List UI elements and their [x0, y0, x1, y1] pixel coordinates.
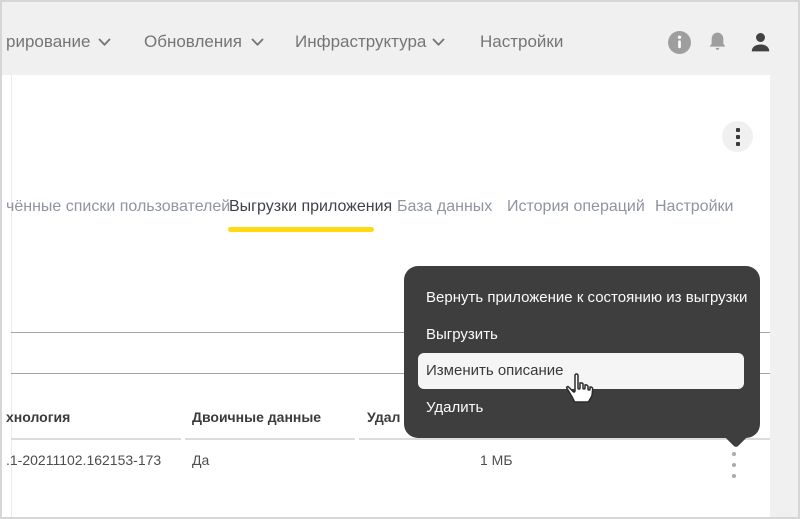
menu-item-restore-application[interactable]: Вернуть приложение к состоянию из выгруз… [404, 279, 760, 316]
column-header-deleted: Удал [367, 409, 401, 425]
bell-icon[interactable] [705, 30, 730, 55]
top-navbar: рирование Обновления Инфраструктура Наст… [2, 2, 798, 75]
kebab-dot [732, 463, 736, 467]
chevron-down-icon [98, 38, 111, 46]
kebab-dot [735, 141, 740, 146]
app-window: рирование Обновления Инфраструктура Наст… [0, 0, 800, 519]
info-icon[interactable] [667, 30, 692, 55]
nav-item-updates[interactable]: Обновления [144, 32, 242, 52]
user-icon[interactable] [748, 30, 773, 55]
kebab-dot [732, 474, 736, 478]
tab-settings[interactable]: Настройки [655, 198, 733, 216]
menu-item-delete[interactable]: Удалить [404, 389, 760, 426]
cell-technology: .1-20211102.162153-173 [6, 452, 162, 468]
panel-left-edge [11, 75, 12, 517]
tab-disabled-user-lists[interactable]: чённые списки пользователей [6, 198, 230, 216]
right-gutter [770, 75, 798, 517]
content-area: чённые списки пользователей Выгрузки при… [2, 75, 798, 517]
kebab-dot [735, 134, 740, 139]
cell-binary-data: Да [192, 452, 210, 468]
chevron-down-icon [432, 38, 445, 46]
header-border-segment [359, 438, 770, 440]
card-actions-kebab-button[interactable] [722, 121, 753, 152]
nav-item-administration[interactable]: рирование [6, 32, 91, 52]
row-actions-kebab-button[interactable] [726, 452, 742, 482]
nav-item-infrastructure[interactable]: Инфраструктура [295, 32, 426, 52]
tab-database[interactable]: База данных [397, 198, 492, 216]
menu-item-edit-description[interactable]: Изменить описание [418, 353, 744, 389]
tab-application-exports[interactable]: Выгрузки приложения [229, 198, 392, 216]
kebab-dot [735, 127, 740, 132]
kebab-dot [732, 452, 736, 456]
cell-size: 1 МБ [480, 452, 513, 468]
nav-item-settings[interactable]: Настройки [480, 32, 563, 52]
tab-operation-history[interactable]: История операций [507, 198, 645, 216]
active-tab-underline [228, 227, 374, 232]
header-border-segment [11, 438, 181, 440]
column-header-binary-data: Двоичные данные [192, 409, 322, 425]
column-header-technology: хнология [6, 409, 71, 425]
context-menu: Вернуть приложение к состоянию из выгруз… [404, 266, 760, 438]
chevron-down-icon [251, 38, 264, 46]
header-border-segment [185, 438, 355, 440]
menu-item-export[interactable]: Выгрузить [404, 316, 760, 353]
